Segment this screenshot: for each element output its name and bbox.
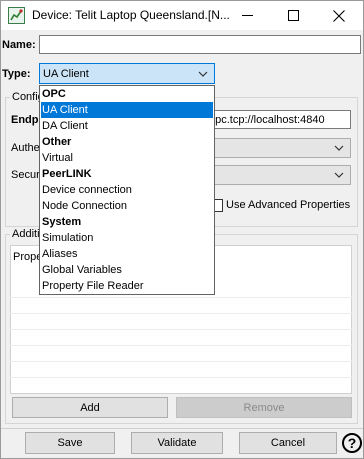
- save-button[interactable]: Save: [25, 432, 115, 454]
- dropdown-group-other: Other: [42, 136, 72, 148]
- minimize-button[interactable]: [224, 1, 270, 30]
- dropdown-item-property-file-reader[interactable]: Property File Reader: [41, 278, 213, 294]
- maximize-button[interactable]: [270, 1, 316, 30]
- dropdown-item-virtual[interactable]: Virtual: [41, 150, 213, 166]
- table-row: [10, 313, 352, 329]
- table-row: [10, 345, 352, 361]
- chevron-down-icon: [334, 170, 344, 180]
- chevron-down-icon: [334, 143, 344, 153]
- window-title: Device: Telit Laptop Queensland.[N...: [32, 8, 230, 22]
- name-label: Name:: [2, 39, 36, 51]
- name-input[interactable]: [39, 35, 361, 54]
- dropdown-group-opc: OPC: [42, 88, 66, 100]
- close-button[interactable]: [316, 1, 362, 30]
- table-row: [10, 377, 352, 393]
- endpoint-input[interactable]: opc.tcp://localhost:4840: [205, 110, 351, 129]
- close-icon: [333, 9, 345, 22]
- security-select[interactable]: [205, 165, 351, 185]
- dropdown-item-simulation[interactable]: Simulation: [41, 230, 213, 246]
- validate-button[interactable]: Validate: [131, 432, 223, 454]
- type-dropdown-list[interactable]: OPC UA Client DA Client Other Virtual Pe…: [39, 85, 215, 295]
- help-button[interactable]: ?: [342, 433, 362, 453]
- dropdown-item-aliases[interactable]: Aliases: [41, 246, 213, 262]
- use-advanced-label: Use Advanced Properties: [226, 199, 351, 211]
- table-row: [10, 361, 352, 377]
- maximize-icon: [287, 10, 299, 21]
- footer-divider: [1, 428, 363, 429]
- authentication-select[interactable]: [205, 138, 351, 158]
- dropdown-item-device-connection[interactable]: Device connection: [41, 182, 213, 198]
- dropdown-group-peerlink: PeerLINK: [42, 168, 92, 180]
- dropdown-group-system: System: [42, 216, 82, 228]
- type-select-value: UA Client: [43, 68, 89, 80]
- endpoint-value: opc.tcp://localhost:4840: [209, 114, 325, 126]
- add-button[interactable]: Add: [12, 397, 168, 418]
- app-icon: [8, 7, 25, 24]
- type-label: Type:: [2, 68, 31, 80]
- table-row: [10, 329, 352, 345]
- remove-button[interactable]: Remove: [176, 397, 352, 418]
- dropdown-item-da-client[interactable]: DA Client: [41, 118, 213, 134]
- minimize-icon: [241, 15, 253, 16]
- chevron-down-icon: [198, 69, 208, 79]
- type-select[interactable]: UA Client: [39, 63, 215, 84]
- table-row: [10, 297, 352, 313]
- dropdown-item-ua-client[interactable]: UA Client: [41, 102, 213, 118]
- cancel-button[interactable]: Cancel: [239, 432, 337, 454]
- help-icon: ?: [347, 435, 357, 451]
- dropdown-item-global-variables[interactable]: Global Variables: [41, 262, 213, 278]
- dropdown-item-node-connection[interactable]: Node Connection: [41, 198, 213, 214]
